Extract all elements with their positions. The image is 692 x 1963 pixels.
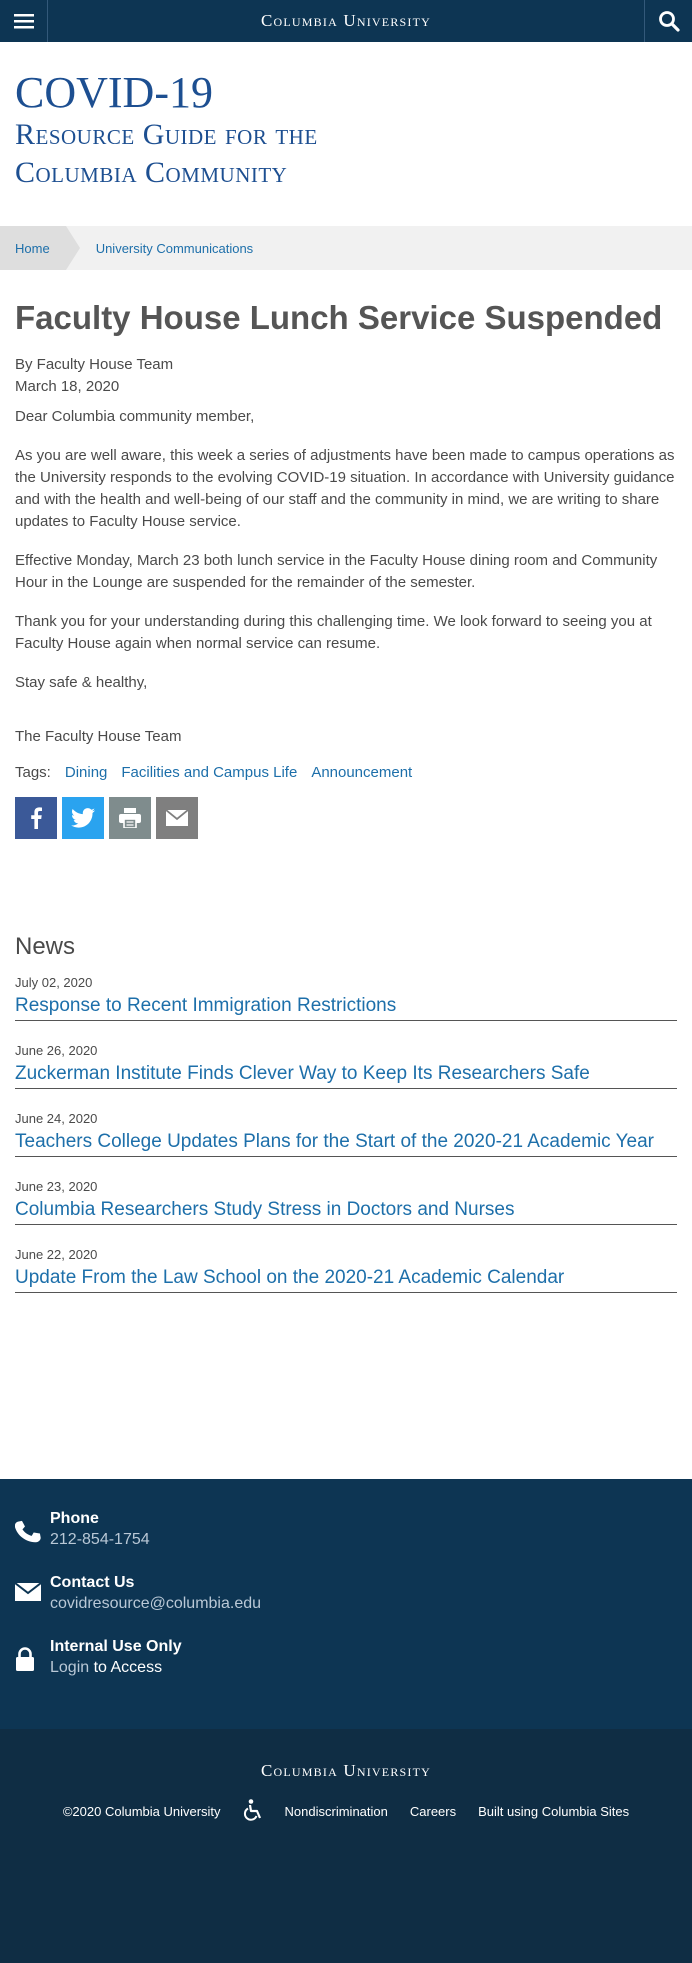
news-item-title[interactable]: Update From the Law School on the 2020-2… — [15, 1265, 677, 1291]
news-item-title[interactable]: Response to Recent Immigration Restricti… — [15, 993, 677, 1019]
footer-login-link[interactable]: Login — [50, 1659, 89, 1676]
footer-links: ©2020 Columbia University Nondiscriminat… — [0, 1799, 692, 1824]
news-item: June 23, 2020 Columbia Researchers Study… — [15, 1179, 677, 1225]
footer-contact-us: Contact Us covidresource@columbia.edu — [15, 1573, 677, 1615]
footer-careers-link[interactable]: Careers — [410, 1804, 456, 1819]
twitter-icon — [71, 808, 95, 828]
news-item-date: June 26, 2020 — [15, 1043, 98, 1058]
share-facebook-button[interactable] — [15, 797, 57, 839]
breadcrumb-current[interactable]: University Communications — [96, 241, 254, 256]
tag-dining[interactable]: Dining — [65, 764, 108, 781]
share-buttons — [15, 797, 677, 839]
share-twitter-button[interactable] — [62, 797, 104, 839]
facebook-icon — [31, 807, 42, 829]
news-item-title[interactable]: Teachers College Updates Plans for the S… — [15, 1129, 677, 1155]
lock-icon — [16, 1647, 34, 1671]
menu-button[interactable] — [0, 0, 48, 42]
article-paragraph-1: As you are well aware, this week a serie… — [15, 447, 675, 530]
tag-announcement[interactable]: Announcement — [311, 764, 412, 781]
search-button[interactable] — [644, 0, 692, 42]
university-brand[interactable]: Columbia University — [261, 11, 431, 31]
news-item: July 02, 2020 Response to Recent Immigra… — [15, 975, 677, 1021]
news-item: June 24, 2020 Teachers College Updates P… — [15, 1111, 677, 1157]
share-print-button[interactable] — [109, 797, 151, 839]
article-title: Faculty House Lunch Service Suspended — [15, 299, 663, 336]
news-item: June 26, 2020 Zuckerman Institute Finds … — [15, 1043, 677, 1089]
footer-login-suffix: to Access — [89, 1659, 163, 1676]
news-section: News July 02, 2020 Response to Recent Im… — [0, 839, 692, 1293]
article-greeting: Dear Columbia community member, — [15, 408, 255, 425]
phone-icon — [15, 1520, 41, 1543]
footer-brand[interactable]: Columbia University — [0, 1761, 692, 1781]
site-title-line3: Columbia Community — [15, 156, 288, 189]
news-item-date: June 23, 2020 — [15, 1179, 98, 1194]
breadcrumb-home[interactable]: Home — [0, 226, 80, 270]
accessibility-icon — [243, 1799, 261, 1821]
footer-bottom: Columbia University ©2020 Columbia Unive… — [0, 1729, 692, 1963]
news-item-title[interactable]: Zuckerman Institute Finds Clever Way to … — [15, 1061, 677, 1087]
email-icon — [166, 810, 188, 826]
footer-nondiscrimination-link[interactable]: Nondiscrimination — [285, 1804, 388, 1819]
footer-contact: Phone 212-854-1754 Contact Us covidresou… — [0, 1479, 692, 1729]
article-paragraph-2: Effective Monday, March 23 both lunch se… — [15, 552, 658, 591]
article-signature: The Faculty House Team — [15, 728, 182, 745]
footer-phone: Phone 212-854-1754 — [15, 1509, 677, 1551]
news-heading: News — [15, 933, 76, 960]
footer-contact-label: Contact Us — [50, 1574, 135, 1591]
footer-phone-value[interactable]: 212-854-1754 — [50, 1529, 150, 1551]
footer-contact-email[interactable]: covidresource@columbia.edu — [50, 1593, 261, 1615]
news-item-date: July 02, 2020 — [15, 975, 93, 990]
site-title-line2: Resource Guide for the — [15, 118, 318, 151]
breadcrumb: Home University Communications — [0, 226, 692, 270]
article-byline: By Faculty House Team — [15, 356, 174, 373]
news-item-date: June 24, 2020 — [15, 1111, 98, 1126]
footer-built-link[interactable]: Built using Columbia Sites — [478, 1804, 629, 1819]
hamburger-icon — [13, 14, 34, 29]
top-bar: Columbia University — [0, 0, 692, 42]
news-item-title[interactable]: Columbia Researchers Study Stress in Doc… — [15, 1197, 677, 1223]
article-date: March 18, 2020 — [15, 378, 120, 395]
envelope-icon — [15, 1583, 41, 1601]
accessibility-link[interactable] — [243, 1799, 263, 1824]
tags-label: Tags: — [15, 764, 51, 781]
tags: Tags: Dining Facilities and Campus Life … — [15, 764, 677, 781]
article-closing: Stay safe & healthy, — [15, 674, 148, 691]
site-title[interactable]: COVID-19 Resource Guide for the Columbia… — [0, 42, 692, 226]
search-icon — [658, 11, 680, 32]
footer-copyright: ©2020 Columbia University — [62, 1804, 221, 1819]
print-icon — [119, 808, 141, 828]
share-email-button[interactable] — [156, 797, 198, 839]
news-item-date: June 22, 2020 — [15, 1247, 98, 1262]
footer-internal: Internal Use Only Login to Access — [15, 1637, 677, 1679]
article-paragraph-3: Thank you for your understanding during … — [15, 613, 652, 652]
tag-facilities[interactable]: Facilities and Campus Life — [121, 764, 297, 781]
footer-internal-label: Internal Use Only — [50, 1638, 182, 1655]
footer-phone-label: Phone — [50, 1510, 99, 1527]
site-title-line1: COVID-19 — [15, 68, 213, 117]
news-item: June 22, 2020 Update From the Law School… — [15, 1247, 677, 1293]
article: Faculty House Lunch Service Suspended By… — [0, 270, 692, 839]
